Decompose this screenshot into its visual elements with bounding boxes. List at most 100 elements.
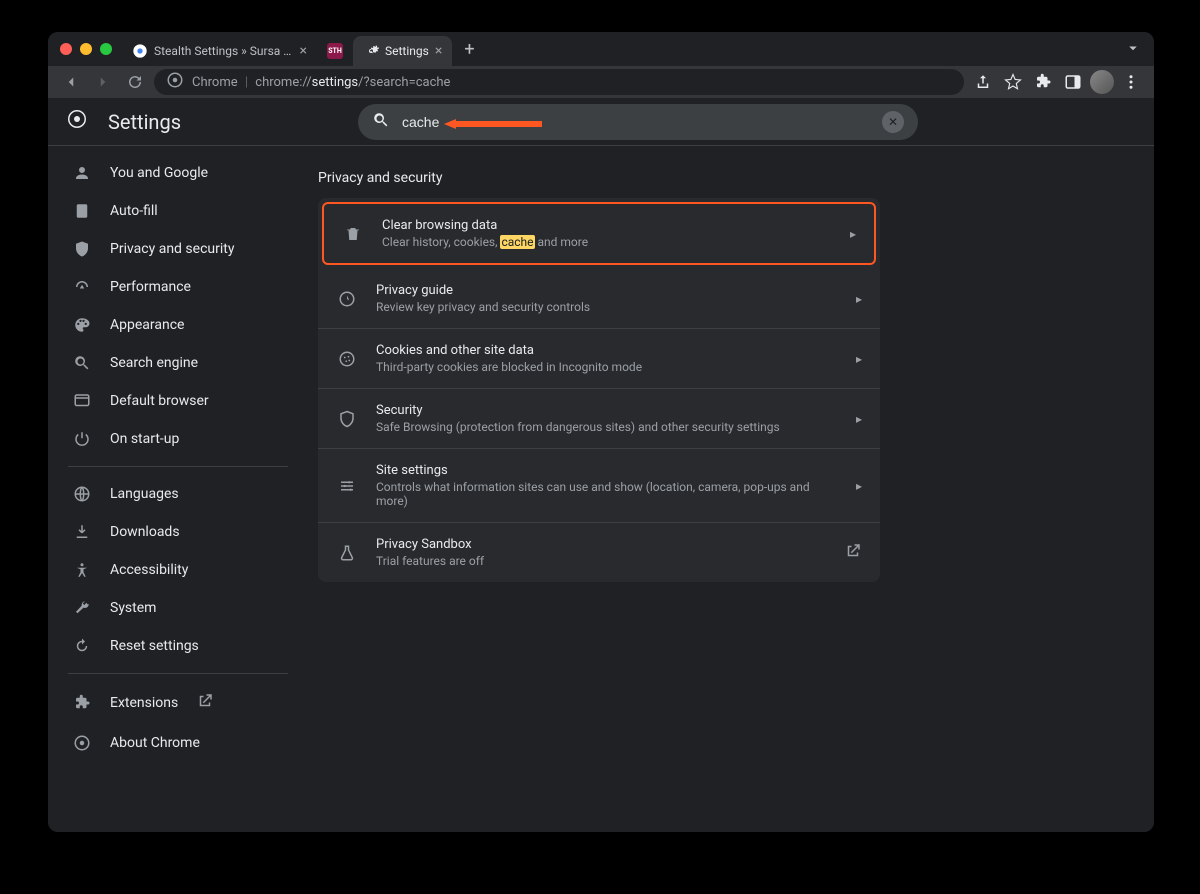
row-title: Cookies and other site data: [376, 343, 838, 358]
minimize-window-button[interactable]: [80, 43, 92, 55]
settings-search-input[interactable]: ✕: [358, 104, 918, 140]
sidebar-item-label: Auto-fill: [110, 203, 158, 219]
chrome-logo-icon: [68, 110, 92, 134]
sidebar-item-languages[interactable]: Languages: [48, 475, 308, 513]
row-privacy-sandbox[interactable]: Privacy Sandbox Trial features are off: [318, 523, 880, 582]
sidebar-item-label: Extensions: [110, 695, 178, 711]
close-tab-icon[interactable]: ×: [300, 43, 307, 59]
window-controls: [56, 43, 122, 55]
bookmark-button[interactable]: [1000, 69, 1026, 95]
clear-search-button[interactable]: ✕: [882, 111, 904, 133]
sliders-icon: [336, 477, 358, 495]
tab-strip: Stealth Settings » Sursa de tut × STH Se…: [48, 32, 1154, 66]
chevron-right-icon: ▸: [856, 479, 862, 493]
chevron-right-icon: ▸: [856, 292, 862, 306]
sidebar-item-about[interactable]: About Chrome: [48, 724, 308, 762]
row-site-settings[interactable]: Site settings Controls what information …: [318, 449, 880, 523]
sidebar-item-appearance[interactable]: Appearance: [48, 306, 308, 344]
row-title: Security: [376, 403, 838, 418]
sidebar-item-performance[interactable]: Performance: [48, 268, 308, 306]
chevron-right-icon: ▸: [850, 227, 856, 241]
settings-title: Settings: [108, 110, 181, 134]
share-button[interactable]: [970, 69, 996, 95]
reset-icon: [72, 637, 92, 655]
reload-button[interactable]: [122, 69, 148, 95]
trash-icon: [342, 225, 364, 243]
external-link-icon: [196, 692, 214, 714]
url-text: Chrome | chrome://settings/?search=cache: [192, 75, 450, 90]
tab-title: Settings: [385, 44, 429, 58]
sidebar-item-label: Search engine: [110, 355, 198, 371]
accessibility-icon: [72, 561, 92, 579]
tab-overflow-button[interactable]: [1124, 39, 1142, 60]
search-field[interactable]: [402, 114, 870, 130]
browser-icon: [72, 392, 92, 410]
compass-icon: [336, 290, 358, 308]
sidebar-item-label: Languages: [110, 486, 179, 502]
shield-icon: [72, 240, 92, 258]
sidebar-item-reset[interactable]: Reset settings: [48, 627, 308, 665]
tab-settings[interactable]: Settings ×: [353, 36, 452, 66]
sidebar-item-system[interactable]: System: [48, 589, 308, 627]
sidebar-item-default-browser[interactable]: Default browser: [48, 382, 308, 420]
clipboard-icon: [72, 202, 92, 220]
gear-favicon-icon: [363, 43, 379, 59]
chevron-right-icon: ▸: [856, 352, 862, 366]
sidebar-item-extensions[interactable]: Extensions: [48, 682, 308, 724]
settings-sidebar: You and Google Auto-fill Privacy and sec…: [48, 146, 308, 832]
row-privacy-guide[interactable]: Privacy guide Review key privacy and sec…: [318, 269, 880, 329]
sidebar-item-label: On start-up: [110, 431, 179, 447]
back-button[interactable]: [58, 69, 84, 95]
person-icon: [72, 164, 92, 182]
google-favicon-icon: [132, 43, 148, 59]
tab-stealth-settings[interactable]: Stealth Settings » Sursa de tut ×: [122, 36, 317, 66]
address-bar[interactable]: Chrome | chrome://settings/?search=cache: [154, 69, 964, 95]
speed-icon: [72, 278, 92, 296]
sidebar-item-label: Privacy and security: [110, 241, 234, 257]
download-icon: [72, 523, 92, 541]
globe-icon: [72, 485, 92, 503]
search-icon: [72, 354, 92, 372]
row-clear-browsing-data[interactable]: Clear browsing data Clear history, cooki…: [322, 202, 876, 265]
row-cookies[interactable]: Cookies and other site data Third-party …: [318, 329, 880, 389]
row-title: Site settings: [376, 463, 838, 478]
wrench-icon: [72, 599, 92, 617]
search-icon: [372, 111, 390, 133]
sidepanel-button[interactable]: [1060, 69, 1086, 95]
cookie-icon: [336, 350, 358, 368]
sth-favicon-icon: STH: [327, 43, 343, 59]
new-tab-button[interactable]: +: [452, 39, 486, 60]
settings-page: Settings ✕ You and Google Auto-fi: [48, 98, 1154, 832]
sidebar-item-autofill[interactable]: Auto-fill: [48, 192, 308, 230]
sidebar-item-privacy[interactable]: Privacy and security: [48, 230, 308, 268]
sidebar-item-you-and-google[interactable]: You and Google: [48, 154, 308, 192]
forward-button[interactable]: [90, 69, 116, 95]
power-icon: [72, 430, 92, 448]
maximize-window-button[interactable]: [100, 43, 112, 55]
row-subtitle: Review key privacy and security controls: [376, 300, 838, 314]
toolbar: Chrome | chrome://settings/?search=cache: [48, 66, 1154, 98]
sidebar-item-startup[interactable]: On start-up: [48, 420, 308, 458]
separator: [68, 466, 288, 467]
sidebar-item-search-engine[interactable]: Search engine: [48, 344, 308, 382]
browser-window: Stealth Settings » Sursa de tut × STH Se…: [48, 32, 1154, 832]
sidebar-item-accessibility[interactable]: Accessibility: [48, 551, 308, 589]
chrome-icon: [72, 734, 92, 752]
close-tab-icon[interactable]: ×: [435, 43, 442, 59]
profile-avatar[interactable]: [1090, 70, 1114, 94]
extension-icon: [72, 694, 92, 712]
flask-icon: [336, 544, 358, 562]
extensions-button[interactable]: [1030, 69, 1056, 95]
sidebar-item-downloads[interactable]: Downloads: [48, 513, 308, 551]
tab-stealth-settings-2[interactable]: STH: [317, 36, 353, 66]
sidebar-item-label: System: [110, 600, 156, 616]
privacy-card: Clear browsing data Clear history, cooki…: [318, 198, 880, 582]
close-window-button[interactable]: [60, 43, 72, 55]
settings-header: Settings ✕: [48, 98, 1154, 146]
site-info-icon[interactable]: [166, 71, 184, 93]
separator: [68, 673, 288, 674]
menu-button[interactable]: [1118, 69, 1144, 95]
sidebar-item-label: Performance: [110, 279, 191, 295]
row-security[interactable]: Security Safe Browsing (protection from …: [318, 389, 880, 449]
section-title: Privacy and security: [318, 170, 1114, 186]
